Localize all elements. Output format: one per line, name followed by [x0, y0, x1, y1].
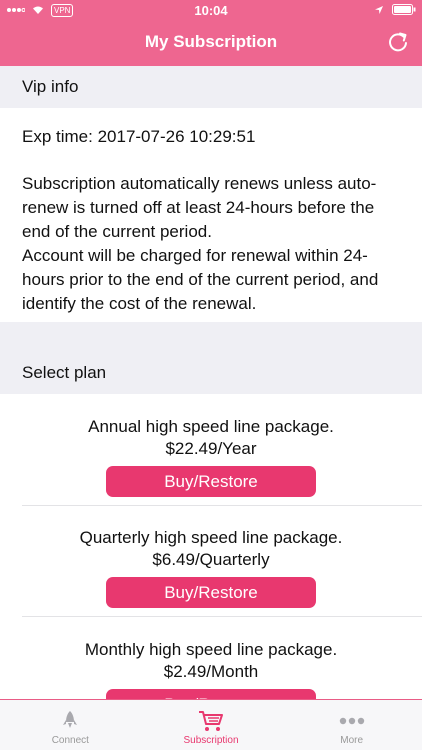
page-title: My Subscription	[144, 32, 278, 51]
more-dots-icon	[339, 717, 364, 725]
vip-info-header: Vip info	[22, 77, 79, 96]
tab-subscription[interactable]: Subscription	[141, 700, 282, 750]
plan-price: $2.49/Month	[163, 662, 259, 681]
plan-annual: Annual high speed line package. $22.49/Y…	[0, 416, 422, 497]
plan-price: $6.49/Quarterly	[152, 550, 270, 569]
plan-quarterly: Quarterly high speed line package. $6.49…	[0, 527, 422, 608]
renewal-notice: Subscription automatically renews unless…	[22, 174, 377, 241]
plan-name: Monthly high speed line package.	[84, 640, 338, 659]
buy-restore-button[interactable]: Buy/Restore	[106, 689, 316, 699]
exp-time: Exp time: 2017-07-26 10:29:51	[22, 127, 256, 146]
charge-notice: Account will be charged for renewal with…	[22, 246, 379, 313]
cart-icon	[199, 711, 223, 731]
header: VPN 10:04 My Subscription	[0, 0, 422, 66]
select-plan-header: Select plan	[22, 363, 107, 382]
plan-name: Quarterly high speed line package.	[79, 528, 343, 547]
plan-monthly: Monthly high speed line package. $2.49/M…	[0, 639, 422, 699]
location-icon	[374, 3, 384, 18]
plan-price: $22.49/Year	[165, 439, 257, 458]
tab-label: More	[340, 735, 364, 746]
tab-connect[interactable]: Connect	[0, 700, 141, 750]
divider	[22, 616, 422, 617]
refresh-icon	[389, 32, 407, 52]
tab-label: Connect	[51, 735, 89, 746]
plan-name: Annual high speed line package.	[88, 417, 334, 436]
tab-more[interactable]: More	[281, 700, 422, 750]
status-bar: VPN 10:04	[0, 0, 422, 22]
refresh-button[interactable]	[384, 28, 412, 56]
tab-bar: Connect Subscription More	[0, 699, 422, 750]
buy-restore-button[interactable]: Buy/Restore	[106, 577, 316, 608]
rocket-icon	[63, 711, 78, 728]
battery-icon	[392, 3, 416, 18]
vip-info-card: Exp time: 2017-07-26 10:29:51 Subscripti…	[0, 108, 422, 322]
status-time: 10:04	[194, 3, 228, 18]
plan-list: Annual high speed line package. $22.49/Y…	[0, 394, 422, 699]
tab-label: Subscription	[183, 735, 239, 746]
buy-restore-button[interactable]: Buy/Restore	[106, 466, 316, 497]
divider	[22, 505, 422, 506]
